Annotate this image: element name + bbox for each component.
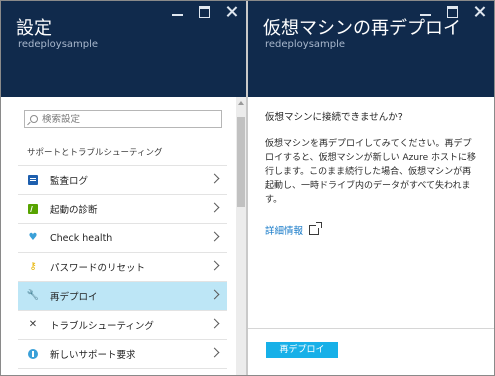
settings-blade-subtitle: redeploysample xyxy=(18,39,99,50)
minimize-icon[interactable] xyxy=(419,5,432,18)
settings-search-box xyxy=(24,110,222,128)
maximize-icon[interactable] xyxy=(198,5,211,18)
menu-item-label: 監査ログ xyxy=(50,176,89,187)
menu-item-check-health[interactable]: ♥ Check health xyxy=(18,224,227,253)
settings-window-controls xyxy=(171,5,238,18)
menu-item-label: トラブルシューティング xyxy=(50,321,154,332)
audit-log-icon xyxy=(28,175,38,185)
redeploy-content: 仮想マシンに接続できませんか? 仮想マシンを再デプロイしてみてください。再デプロ… xyxy=(265,109,477,237)
maximize-icon[interactable] xyxy=(446,5,459,18)
chevron-right-icon xyxy=(209,318,220,329)
redeploy-blade-subtitle: redeploysample xyxy=(265,39,346,50)
description-text: 仮想マシンを再デプロイしてみてください。再デプロイすると、仮想マシンが新しい A… xyxy=(265,139,476,205)
menu-item-audit-log[interactable]: 監査ログ xyxy=(18,165,227,195)
chevron-right-icon xyxy=(209,260,220,271)
menu-item-reset-password[interactable]: ⚷ パスワードのリセット xyxy=(18,253,227,282)
close-icon[interactable] xyxy=(473,5,486,18)
heart-icon: ♥ xyxy=(28,232,38,243)
portal-frame: 設定 redeploysample サポートとトラブルシューティング 監査ログ … xyxy=(0,0,495,376)
chevron-right-icon xyxy=(209,202,220,213)
redeploy-blade: 仮想マシンの再デプロイ redeploysample 仮想マシンに接続できません… xyxy=(248,1,494,375)
menu-item-label: Check health xyxy=(50,232,113,244)
close-icon[interactable] xyxy=(225,5,238,18)
chevron-right-icon xyxy=(209,231,220,242)
menu-item-troubleshooting[interactable]: ✕ トラブルシューティング xyxy=(18,311,227,340)
more-info-label: 詳細情報 xyxy=(265,226,304,237)
support-icon xyxy=(28,349,38,359)
redeploy-blade-header: 仮想マシンの再デプロイ redeploysample xyxy=(248,1,494,97)
menu-item-redeploy[interactable]: 🔧 再デプロイ xyxy=(18,282,227,311)
chevron-right-icon xyxy=(209,347,220,358)
redeploy-window-controls xyxy=(419,5,486,18)
settings-blade-header: 設定 redeploysample xyxy=(1,1,246,97)
chevron-right-icon xyxy=(209,289,220,300)
menu-item-label: 新しいサポート要求 xyxy=(50,350,136,361)
settings-search-input[interactable] xyxy=(42,113,212,125)
search-icon xyxy=(30,115,38,123)
menu-item-label: 起動の診断 xyxy=(50,205,98,216)
external-link-icon xyxy=(309,222,323,235)
chevron-right-icon xyxy=(209,173,220,184)
scroll-up-arrow-icon[interactable] xyxy=(238,101,244,105)
settings-blade-title: 設定 xyxy=(16,18,52,39)
menu-item-label: パスワードのリセット xyxy=(50,263,146,274)
boot-diagnostics-icon xyxy=(28,204,38,214)
menu-item-new-support-request[interactable]: 新しいサポート要求 xyxy=(18,340,227,369)
key-icon: ⚷ xyxy=(29,261,37,272)
minimize-icon[interactable] xyxy=(171,5,184,18)
menu-item-label: 再デプロイ xyxy=(50,292,98,303)
menu-item-boot-diagnostics[interactable]: 起動の診断 xyxy=(18,195,227,224)
redeploy-button[interactable]: 再デプロイ xyxy=(266,342,338,358)
settings-blade: 設定 redeploysample サポートとトラブルシューティング 監査ログ … xyxy=(1,1,246,375)
scrollbar-thumb[interactable] xyxy=(237,117,245,207)
settings-scrollbar[interactable] xyxy=(236,97,246,375)
question-text: 仮想マシンに接続できませんか? xyxy=(265,112,403,123)
more-info-link[interactable]: 詳細情報 xyxy=(265,222,477,237)
footer-divider xyxy=(248,328,494,329)
settings-menu: 監査ログ 起動の診断 ♥ Check health ⚷ パスワードのリセット 🔧… xyxy=(18,165,227,369)
section-label: サポートとトラブルシューティング xyxy=(27,148,163,158)
tools-icon: ✕ xyxy=(28,319,38,330)
wrench-icon: 🔧 xyxy=(26,290,40,301)
